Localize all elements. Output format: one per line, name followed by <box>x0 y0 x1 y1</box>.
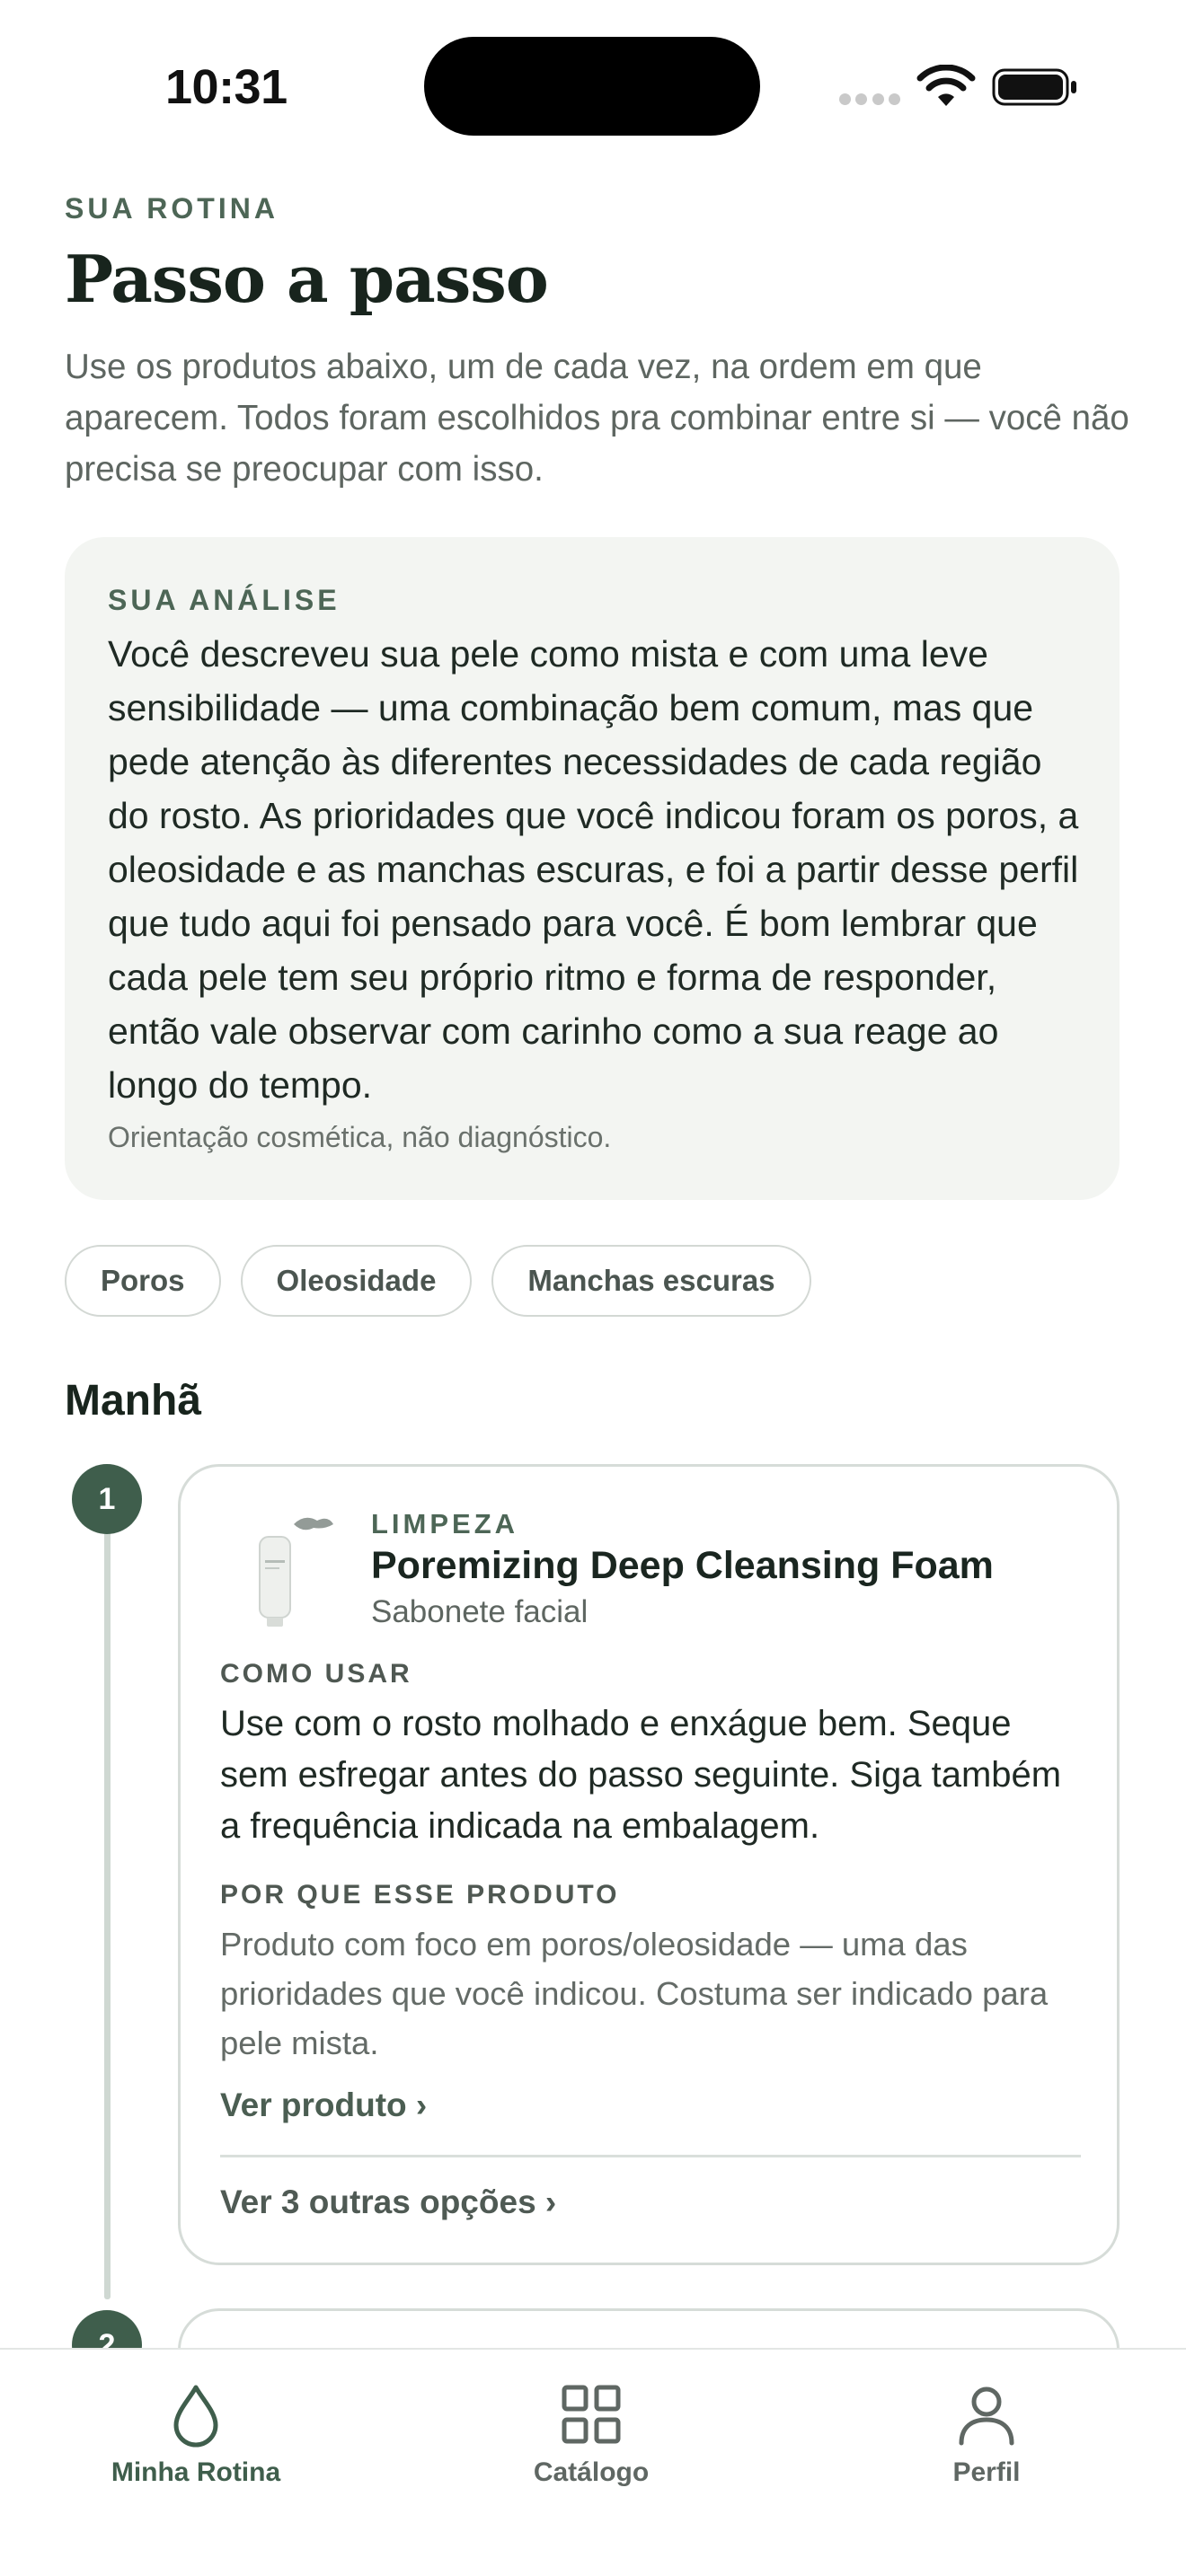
product-card[interactable]: LIMPEZA Poremizing Deep Cleansing Foam S… <box>178 1464 1120 2265</box>
tab-label: Minha Rotina <box>111 2457 281 2487</box>
priority-chips: Poros Oleosidade Manchas escuras <box>65 1245 811 1317</box>
tab-catalogo[interactable]: Catálogo <box>483 2368 699 2502</box>
tab-label: Perfil <box>952 2457 1021 2487</box>
section-title-morning: Manhã <box>65 1377 202 1425</box>
grid-icon <box>562 2385 621 2444</box>
analysis-label: SUA ANÁLISE <box>108 584 341 616</box>
status-time: 10:31 <box>165 60 288 114</box>
why-this-product-label: POR QUE ESSE PRODUTO <box>220 1880 620 1910</box>
step-number-badge: 1 <box>72 1464 142 1534</box>
why-this-product-text: Produto com foco em poros/oleosidade — u… <box>220 1926 1049 2061</box>
chip-manchas-escuras[interactable]: Manchas escuras <box>491 1245 811 1317</box>
card-divider <box>220 2155 1081 2157</box>
wifi-icon <box>916 65 976 106</box>
person-icon <box>959 2386 1014 2446</box>
tab-bar: Minha Rotina Catálogo Perfil <box>0 2348 1186 2576</box>
how-to-use-text: Use com o rosto molhado e enxágue bem. S… <box>220 1704 1062 1846</box>
tab-minha-rotina[interactable]: Minha Rotina <box>88 2368 304 2502</box>
intro-text: Use os produtos abaixo, um de cada vez, … <box>65 348 1129 489</box>
tab-label: Catálogo <box>533 2457 650 2487</box>
cellular-signal-icon <box>839 93 900 106</box>
dynamic-island <box>424 37 760 136</box>
battery-icon <box>992 68 1076 106</box>
tab-perfil[interactable]: Perfil <box>879 2368 1094 2502</box>
analysis-text: Você descreveu sua pele como mista e com… <box>108 633 1079 1106</box>
analysis-disclaimer: Orientação cosmética, não diagnóstico. <box>108 1121 612 1153</box>
analysis-card: SUA ANÁLISE Você descreveu sua pele como… <box>65 537 1120 1200</box>
view-product-link[interactable]: Ver produto › <box>220 2086 427 2124</box>
product-name: Poremizing Deep Cleansing Foam <box>371 1544 994 1587</box>
other-options-link[interactable]: Ver 3 outras opções › <box>220 2183 556 2221</box>
how-to-use-label: COMO USAR <box>220 1659 412 1689</box>
section-eyebrow: SUA ROTINA <box>65 192 279 225</box>
chip-oleosidade[interactable]: Oleosidade <box>240 1245 473 1317</box>
product-category: LIMPEZA <box>371 1508 519 1539</box>
page-title: Passo a passo <box>65 241 549 317</box>
product-thumbnail <box>259 1517 333 1627</box>
timeline-line <box>104 1527 111 2299</box>
drop-icon <box>173 2385 218 2448</box>
product-type: Sabonete facial <box>371 1594 589 1629</box>
chip-poros[interactable]: Poros <box>65 1245 221 1317</box>
